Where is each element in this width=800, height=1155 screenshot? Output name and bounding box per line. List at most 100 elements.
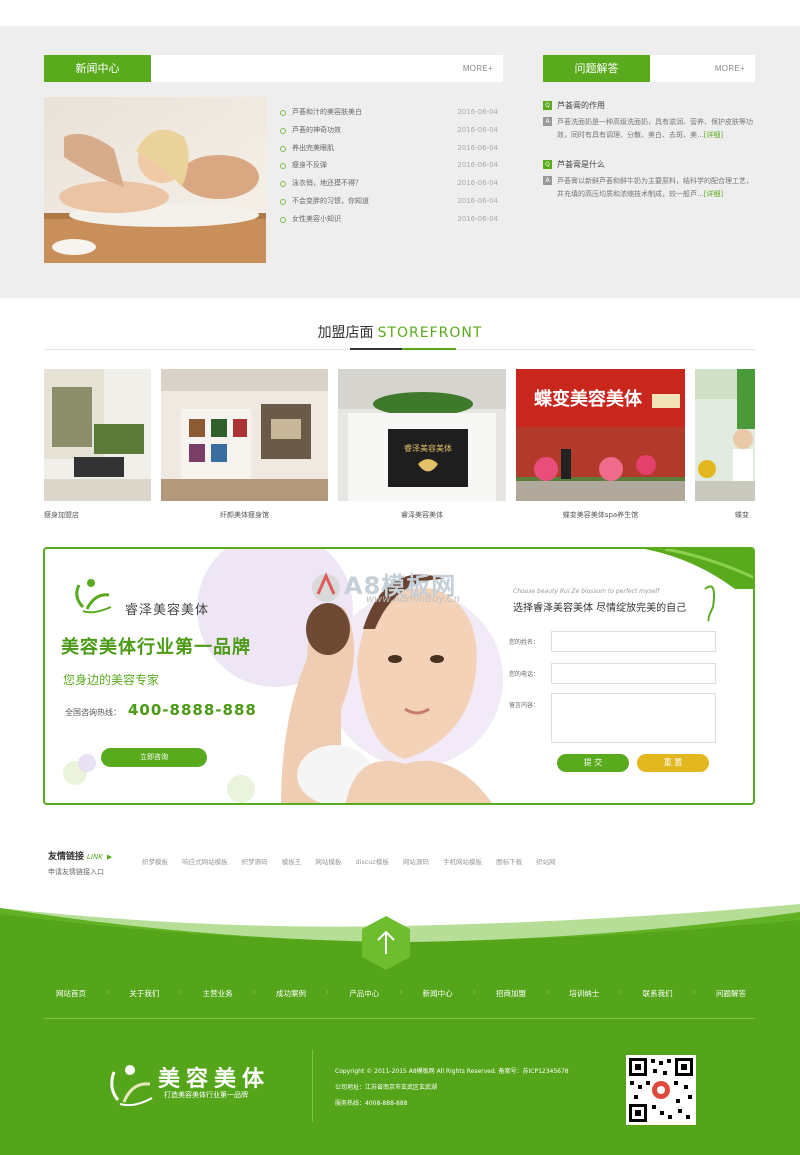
news-item[interactable]: 不会变胖的习惯，你知道 2016-06-04 (280, 193, 500, 211)
footer-nav-item[interactable]: 联系我们 (643, 988, 673, 999)
banner-form-title: 选择睿泽美容美体 尽情绽放完美的自己 (513, 603, 687, 614)
divider-accent (402, 348, 456, 350)
faq-detail-link[interactable]: [详细] (704, 131, 723, 139)
friend-link[interactable]: discuz模板 (355, 858, 388, 866)
news-title: 新闻中心 (44, 55, 151, 82)
news-item-title: 泳衣俏，地还摸不得？ (292, 179, 362, 188)
banner-en-tagline: Choose beauty Rui Ze blossom to perfect … (513, 588, 660, 595)
submit-button[interactable]: 提 交 (557, 754, 629, 772)
bullet-icon (280, 110, 286, 116)
faq-item: Q 芦荟膏的作用 A 芦荟洗面奶是一种高级洗面奶，具有滋润、营养、保护皮肤等功效，同… (543, 100, 755, 142)
friend-link[interactable]: 手机网站模板 (443, 858, 482, 866)
store-caption: 蝶变美容美体spa养生馆 (562, 511, 639, 519)
friend-link[interactable]: 图标下载 (496, 858, 522, 866)
news-item[interactable]: 泳衣俏，地还摸不得？ 2016-06-04 (280, 175, 500, 193)
store-photo[interactable] (44, 369, 151, 501)
news-more-link[interactable]: MORE+ (463, 55, 493, 82)
news-item-title: 瘦身不反弹 (292, 161, 327, 170)
news-header: 新闻中心 MORE+ (44, 55, 503, 82)
bullet-icon (280, 216, 286, 223)
store-photo[interactable] (161, 369, 328, 501)
storefront-title: 加盟店面 STOREFRONT (317, 325, 483, 341)
banner-slogan: 美容美体行业第一品牌 (61, 637, 251, 658)
friend-link[interactable]: 响应式网站模板 (182, 858, 228, 866)
footer-info: Copyright © 2011-2015 A8模板网 All Rights R… (335, 1064, 575, 1112)
bullet-icon (280, 198, 286, 205)
footer-nav-item[interactable]: 新闻中心 (423, 988, 453, 999)
footer-nav-item[interactable]: 主营业务 (203, 988, 233, 999)
news-item-date: 2016-06-04 (457, 143, 498, 152)
phone-label: 您的电话： (509, 671, 540, 678)
footer-nav-item[interactable]: 产品中心 (349, 988, 379, 999)
footer-nav-item[interactable]: 问题解答 (716, 988, 746, 999)
reset-button[interactable]: 重 置 (637, 754, 709, 772)
banner-brand: 睿泽美容美体 (125, 603, 210, 618)
faq-detail-link[interactable]: [详细] (704, 190, 723, 198)
faq-answer: A 芦荟膏以新鲜芦荟和鲜牛奶为主要原料，结科学的配合理工艺，并充填的高压均质和浓缩… (543, 175, 755, 201)
links-row: 织梦模板 响应式网站模板 织梦源码 模板王 网站模板 discuz模板 网站源码… (142, 856, 568, 866)
store-caption: 纤颜美体瘦身馆 (220, 511, 269, 519)
faq-more-link[interactable]: MORE+ (715, 55, 745, 82)
news-item[interactable]: 养出完美眼肌 2016-06-04 (280, 140, 500, 158)
friend-link[interactable]: 织梦源码 (242, 858, 268, 866)
friend-link[interactable]: 网站源码 (403, 858, 429, 866)
qr-code-icon (626, 1055, 696, 1125)
footer-nav-item[interactable]: 培训纳士 (569, 988, 599, 999)
store-caption: 瘦身加盟店 (44, 511, 79, 519)
watermark-logo: A8模板网 www.AdminBuy.Cn (304, 548, 504, 608)
bullet-icon (280, 145, 286, 152)
watermark-url: www.AdminBuy.Cn (366, 594, 460, 605)
a-badge-icon: A (543, 117, 552, 126)
faq-answer: A 芦荟洗面奶是一种高级洗面奶，具有滋润、营养、保护皮肤等功效，同时有具有调理、分… (543, 116, 755, 142)
footer-nav: 网站首页 · 关于我们 · 主营业务 · 成功案例 · 产品中心 · 新闻中心 · 招商加盟… (56, 988, 746, 999)
news-item-date: 2016-06-04 (457, 214, 498, 223)
news-item-title: 不会变胖的习惯，你知道 (292, 196, 369, 205)
back-to-top-button[interactable] (362, 916, 410, 970)
news-item[interactable]: 瘦身不反弹 2016-06-04 (280, 157, 500, 175)
news-item-date: 2016-06-04 (457, 108, 498, 116)
name-label: 您的姓名： (509, 639, 540, 646)
news-item[interactable]: 女性美容小知识 2016-06-04 (280, 211, 500, 229)
faq-question[interactable]: Q 芦荟膏的作用 (543, 100, 755, 112)
consult-button[interactable]: 立即咨询 (101, 748, 207, 767)
footer-nav-item[interactable]: 关于我们 (129, 988, 159, 999)
address-text: 公司地址：江苏省南京市玄武区玄武湖 (335, 1084, 438, 1091)
phone-field[interactable] (551, 663, 716, 684)
q-badge-icon: Q (543, 101, 552, 110)
news-item[interactable]: 芦荟的神奇功效 2016-06-04 (280, 122, 500, 140)
store-photo[interactable]: 睿泽美容美体 (338, 369, 506, 501)
store-photo[interactable]: 蝶变美容美体 (516, 369, 685, 501)
bullet-icon (280, 127, 286, 134)
news-item[interactable]: 芦荟和汁的美容肤美白 2016-06-04 (280, 104, 500, 122)
footer-nav-item[interactable]: 招商加盟 (496, 988, 526, 999)
store-sign-text: 蝶变美容美体 (534, 388, 643, 410)
links-title: 友情链接 LINK ▶ (48, 852, 113, 862)
store-photo[interactable] (695, 369, 755, 501)
friend-link[interactable]: 织站网 (536, 858, 556, 866)
footer-nav-item[interactable]: 网站首页 (56, 988, 86, 999)
a-badge-icon: A (543, 176, 552, 185)
friend-link[interactable]: 网站模板 (315, 858, 341, 866)
news-item-date: 2016-06-04 (457, 179, 498, 188)
news-image[interactable] (44, 97, 266, 263)
banner-subtitle: 您身边的美容专家 (63, 673, 160, 687)
footer-vertical-divider (312, 1050, 313, 1122)
links-apply-link[interactable]: 申请友情链接入口 (48, 867, 104, 877)
hotline-number: 400-8888-888 (128, 701, 257, 719)
footer-nav-item[interactable]: 成功案例 (276, 988, 306, 999)
hotline-label: 全国咨询热线： (65, 708, 121, 717)
friend-link[interactable]: 模板王 (282, 858, 302, 866)
news-item-date: 2016-06-04 (457, 125, 498, 134)
friend-link[interactable]: 织梦模板 (142, 858, 168, 866)
footer-logo-icon (106, 1060, 156, 1110)
svg-text:睿泽美容美体: 睿泽美容美体 (404, 443, 452, 453)
faq-header: 问题解答 MORE+ (543, 55, 755, 82)
service-hotline-text: 服务热线：4008-888-888 (335, 1100, 408, 1107)
name-field[interactable] (551, 631, 716, 652)
message-textarea[interactable] (551, 693, 716, 743)
store-caption: 蝶变 (735, 511, 749, 519)
news-item-date: 2016-06-04 (457, 196, 498, 205)
footer-logo-subtitle: 打造美容美体行业第一品牌 (164, 1091, 248, 1099)
copyright-text: Copyright © 2011-2015 A8模板网 All Rights R… (335, 1068, 569, 1075)
faq-question[interactable]: Q 芦荟膏是什么 (543, 159, 755, 171)
